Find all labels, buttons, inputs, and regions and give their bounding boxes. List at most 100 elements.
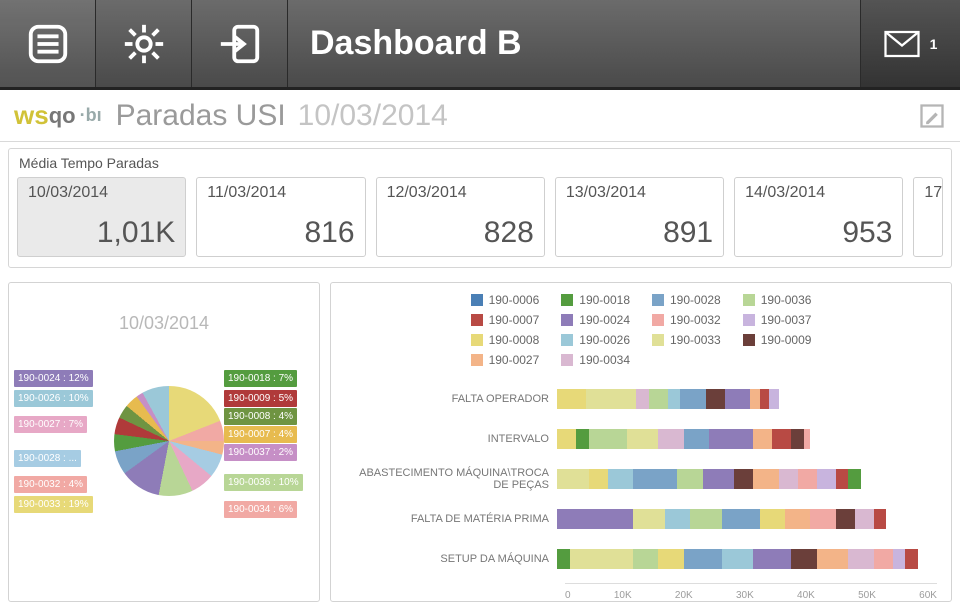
legend-item[interactable]: 190-0008 (471, 333, 540, 347)
pie-slice-label: 190-0009 : 5% (224, 390, 297, 407)
legend-label: 190-0028 (670, 293, 721, 307)
bar-segment (627, 429, 659, 449)
metric-card[interactable]: 13/03/2014891 (555, 177, 724, 257)
legend-item[interactable]: 190-0037 (743, 313, 812, 327)
settings-button[interactable] (96, 0, 192, 87)
pie-chart[interactable]: 190-0024 : 12%190-0026 : 10%190-0027 : 7… (14, 356, 314, 576)
bar-segment (658, 429, 683, 449)
legend-swatch (561, 294, 573, 306)
bar-segment (772, 429, 791, 449)
bar-segment (753, 429, 772, 449)
legend-item[interactable]: 190-0009 (743, 333, 812, 347)
bar-row: FALTA OPERADOR (345, 383, 937, 415)
enter-icon (217, 21, 263, 67)
bar-segment (589, 469, 608, 489)
bar-segment (791, 429, 804, 449)
login-button[interactable] (192, 0, 288, 87)
metric-card[interactable]: 14/03/2014 953 (734, 177, 903, 257)
pie-slice-label: 190-0032 : 4% (14, 476, 87, 493)
legend-item[interactable]: 190-0024 (561, 313, 630, 327)
bar-category-label: FALTA DE MATÉRIA PRIMA (345, 513, 557, 525)
pie-slice-label: 190-0037 : 2% (224, 444, 297, 461)
legend-swatch (743, 334, 755, 346)
menu-icon (25, 21, 71, 67)
legend-swatch (561, 314, 573, 326)
bar-row: INTERVALO (345, 423, 937, 455)
bar-segment (725, 389, 750, 409)
notifications-button[interactable]: 1 (860, 0, 960, 87)
legend-item[interactable]: 190-0033 (652, 333, 721, 347)
legend-label: 190-0018 (579, 293, 630, 307)
bar-track (557, 509, 937, 529)
bar-row: FALTA DE MATÉRIA PRIMA (345, 503, 937, 535)
legend-swatch (561, 334, 573, 346)
legend-item[interactable]: 190-0028 (652, 293, 721, 307)
bar-segment (836, 469, 849, 489)
legend-item[interactable]: 190-0018 (561, 293, 630, 307)
report-name: Paradas USI (116, 99, 286, 133)
bar-segment (684, 549, 722, 569)
bar-segment (810, 509, 835, 529)
legend-item[interactable]: 190-0026 (561, 333, 630, 347)
card-date: 13/03/2014 (566, 184, 713, 202)
edit-icon (918, 102, 946, 130)
bar-segment (791, 549, 816, 569)
xaxis-tick: 10K (614, 590, 632, 601)
bar-segment (633, 549, 658, 569)
bar-chart[interactable]: FALTA OPERADORINTERVALOABASTECIMENTO MÁQ… (345, 383, 937, 583)
top-toolbar: Dashboard B 1 (0, 0, 960, 90)
legend-label: 190-0027 (489, 353, 540, 367)
card-date: 11/03/2014 (207, 184, 354, 202)
card-value: 1,01K (28, 216, 175, 250)
xaxis-tick: 40K (797, 590, 815, 601)
legend-item[interactable]: 190-0006 (471, 293, 540, 307)
legend-swatch (471, 314, 483, 326)
legend-label: 190-0009 (761, 333, 812, 347)
card-date: 17/ (924, 184, 932, 202)
bar-track (557, 389, 937, 409)
legend-label: 190-0037 (761, 313, 812, 327)
pie-slice-label: 190-0028 : ... (14, 450, 81, 467)
bar-segment (608, 469, 633, 489)
bar-segment (703, 469, 735, 489)
menu-button[interactable] (0, 0, 96, 87)
card-date: 14/03/2014 (745, 184, 892, 202)
bar-segment (804, 429, 810, 449)
bar-category-label: INTERVALO (345, 433, 557, 445)
bar-segment (557, 469, 589, 489)
legend-label: 190-0008 (489, 333, 540, 347)
card-date: 12/03/2014 (387, 184, 534, 202)
legend-label: 190-0024 (579, 313, 630, 327)
metric-card[interactable]: 11/03/2014816 (196, 177, 365, 257)
legend-item[interactable]: 190-0036 (743, 293, 812, 307)
cards-row: 10/03/20141,01K11/03/201481612/03/201482… (13, 177, 947, 257)
legend-item[interactable]: 190-0027 (471, 353, 540, 367)
cards-panel: Média Tempo Paradas 10/03/20141,01K11/03… (8, 148, 952, 268)
bar-segment (557, 389, 586, 409)
metric-card[interactable]: 17/ (913, 177, 943, 257)
metric-card[interactable]: 12/03/2014828 (376, 177, 545, 257)
legend-item[interactable]: 190-0034 (561, 353, 630, 367)
brand-logo: wsqo·bı (14, 100, 102, 131)
legend-swatch (471, 334, 483, 346)
gear-icon (121, 21, 167, 67)
pie-slice-label: 190-0024 : 12% (14, 370, 93, 387)
bar-segment (779, 469, 798, 489)
legend-swatch (743, 294, 755, 306)
edit-button[interactable] (918, 102, 946, 130)
bar-segment (874, 509, 887, 529)
bar-segment (848, 469, 861, 489)
notifications-count: 1 (930, 36, 938, 52)
pie-slice-label: 190-0034 : 6% (224, 501, 297, 518)
legend-item[interactable]: 190-0007 (471, 313, 540, 327)
bar-chart-xaxis: 010K20K30K40K50K60K (565, 583, 937, 601)
legend-label: 190-0032 (670, 313, 721, 327)
bar-segment (753, 549, 791, 569)
legend-swatch (652, 334, 664, 346)
legend-item[interactable]: 190-0032 (652, 313, 721, 327)
bar-row: SETUP DA MÁQUINA (345, 543, 937, 575)
pie-graphic (114, 386, 224, 496)
bar-segment (576, 429, 589, 449)
card-value: 953 (745, 216, 892, 250)
metric-card[interactable]: 10/03/20141,01K (17, 177, 186, 257)
